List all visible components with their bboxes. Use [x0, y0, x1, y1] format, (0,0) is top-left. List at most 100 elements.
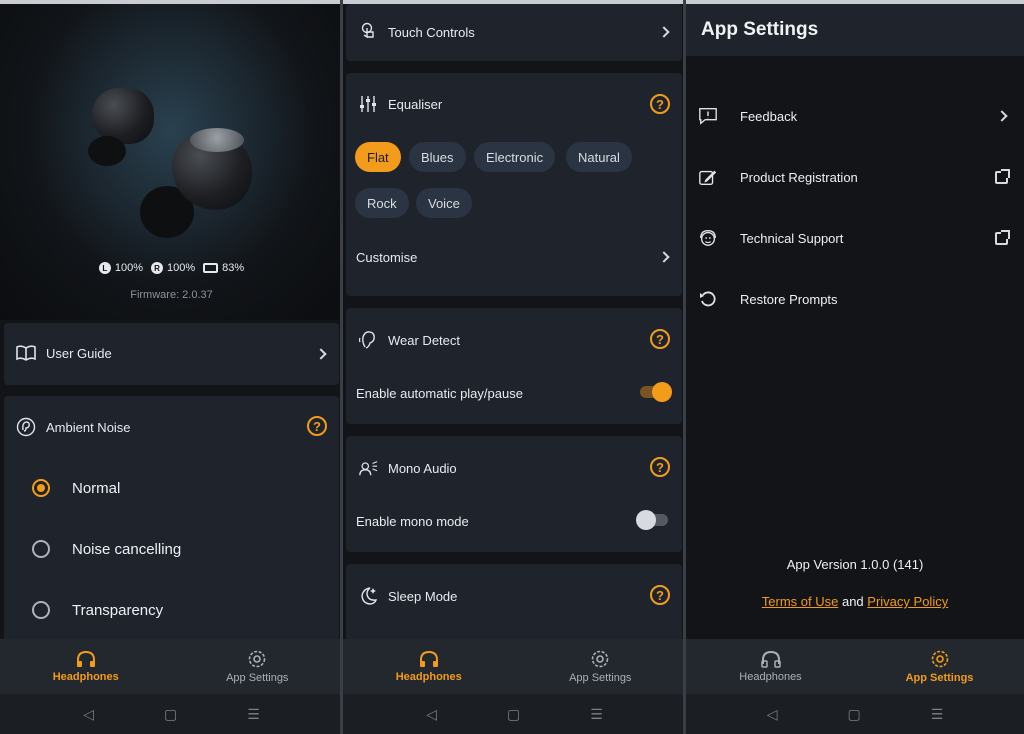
- menu-icon[interactable]: ☰: [247, 706, 260, 723]
- mono-audio-setting: Enable mono mode: [356, 514, 469, 529]
- option-transparency[interactable]: Transparency: [32, 601, 163, 619]
- radio-noise-cancelling[interactable]: [32, 540, 50, 558]
- nav-headphones[interactable]: Headphones: [343, 639, 515, 694]
- mono-audio-header: Mono Audio: [358, 458, 670, 478]
- right-earbud-cap: [190, 128, 244, 152]
- menu-icon[interactable]: ☰: [590, 706, 603, 723]
- bottom-nav: Headphones App Settings: [0, 639, 343, 694]
- help-icon[interactable]: ?: [650, 94, 670, 114]
- touch-controls-card[interactable]: Touch Controls: [346, 4, 682, 61]
- user-guide-card[interactable]: User Guide: [4, 323, 339, 385]
- option-noise-cancelling[interactable]: Noise cancelling: [32, 540, 181, 558]
- panel-divider: [340, 0, 343, 734]
- equaliser-card: Equaliser ? Flat Blues Electronic Natura…: [346, 73, 682, 296]
- settings-item-feedback[interactable]: Feedback: [698, 101, 1012, 131]
- nav-label: Headphones: [739, 671, 802, 683]
- bottom-nav: Headphones App Settings: [343, 639, 686, 694]
- nav-label: Headphones: [395, 671, 462, 683]
- privacy-policy-link[interactable]: Privacy Policy: [867, 594, 948, 609]
- preset-rock-chip[interactable]: Rock: [355, 188, 409, 218]
- right-battery-value: 100%: [166, 262, 196, 274]
- gear-icon: [248, 650, 266, 668]
- nav-label: App Settings: [226, 672, 289, 684]
- left-earbud-tip: [88, 136, 126, 166]
- wear-detect-title: Wear Detect: [388, 332, 461, 348]
- nav-app-settings[interactable]: App Settings: [172, 639, 344, 694]
- home-icon[interactable]: ▢: [847, 706, 860, 723]
- book-icon: [16, 343, 36, 363]
- case-battery: 83%: [203, 262, 244, 274]
- system-nav-bar: ◁ ▢ ☰: [343, 694, 686, 734]
- user-guide-label: User Guide: [46, 345, 112, 361]
- settings-item-product-registration[interactable]: Product Registration: [698, 162, 1012, 192]
- firmware-version: Firmware: 2.0.37: [130, 289, 213, 301]
- settings-item-label: Technical Support: [740, 230, 844, 246]
- ear-icon: [358, 330, 378, 350]
- help-icon[interactable]: ?: [307, 416, 327, 436]
- app-version: App Version 1.0.0 (141): [786, 557, 924, 572]
- touch-controls-label: Touch Controls: [388, 24, 475, 40]
- toggle-knob: [636, 510, 656, 530]
- nav-app-settings[interactable]: App Settings: [855, 639, 1024, 694]
- legal-links: Terms of Use and Privacy Policy: [686, 594, 1024, 609]
- preset-natural-chip[interactable]: Natural: [566, 142, 632, 172]
- preset-blues-chip[interactable]: Blues: [409, 142, 466, 172]
- nav-label: App Settings: [569, 672, 632, 684]
- wear-detect-header: Wear Detect: [358, 330, 670, 350]
- feedback-icon: [698, 106, 718, 126]
- settings-item-label: Product Registration: [740, 169, 858, 185]
- preset-electronic-chip[interactable]: Electronic: [474, 142, 556, 172]
- radio-normal[interactable]: [32, 479, 50, 497]
- radio-transparency[interactable]: [32, 601, 50, 619]
- left-badge-icon: L: [98, 262, 111, 274]
- gear-icon: [931, 650, 948, 668]
- preset-flat-chip[interactable]: Flat: [355, 142, 401, 172]
- option-label: Transparency: [72, 601, 164, 619]
- settings-item-restore-prompts[interactable]: Restore Prompts: [698, 284, 1012, 314]
- bottom-nav: Headphones App Settings: [686, 639, 1024, 694]
- home-icon[interactable]: ▢: [164, 706, 177, 723]
- home-icon[interactable]: ▢: [507, 706, 520, 723]
- left-battery: L 100%: [98, 262, 143, 274]
- terms-of-use-link[interactable]: Terms of Use: [762, 594, 839, 609]
- external-link-icon: [995, 168, 1010, 184]
- back-icon[interactable]: ◁: [426, 706, 437, 723]
- equaliser-header: Equaliser: [358, 94, 670, 114]
- sleep-mode-header: Sleep Mode: [358, 586, 670, 606]
- panel-divider: [683, 0, 686, 734]
- menu-icon[interactable]: ☰: [931, 706, 944, 723]
- moon-icon: [358, 586, 378, 606]
- settings-item-label: Restore Prompts: [740, 291, 838, 307]
- help-icon[interactable]: ?: [650, 585, 670, 605]
- wear-detect-toggle[interactable]: [640, 382, 672, 402]
- mono-icon: [358, 458, 378, 478]
- nav-headphones[interactable]: Headphones: [686, 639, 855, 694]
- option-label: Noise cancelling: [72, 540, 182, 558]
- help-icon[interactable]: ?: [650, 329, 670, 349]
- nav-app-settings[interactable]: App Settings: [515, 639, 687, 694]
- left-battery-value: 100%: [114, 262, 143, 274]
- chevron-right-icon[interactable]: [658, 251, 670, 263]
- gear-icon: [591, 650, 609, 668]
- option-normal[interactable]: Normal: [32, 479, 120, 497]
- settings-item-technical-support[interactable]: Technical Support: [698, 223, 1012, 253]
- headphones-icon: [419, 650, 438, 667]
- customise-label[interactable]: Customise: [356, 250, 417, 265]
- preset-voice-chip[interactable]: Voice: [416, 188, 472, 218]
- and-text: and: [841, 594, 864, 609]
- wear-detect-setting: Enable automatic play/pause: [356, 386, 523, 401]
- headphones-panel: L 100% R 100% 83% Firmware: 2.0.37 User …: [0, 0, 343, 734]
- support-icon: [698, 228, 718, 248]
- settings-item-label: Feedback: [740, 108, 798, 124]
- touch-controls-row[interactable]: Touch Controls: [358, 22, 670, 42]
- nav-headphones[interactable]: Headphones: [0, 639, 172, 694]
- user-guide-row[interactable]: User Guide: [16, 343, 327, 363]
- restore-icon: [698, 289, 718, 309]
- wear-detect-card: Wear Detect ? Enable automatic play/paus…: [346, 308, 682, 424]
- system-nav-bar: ◁ ▢ ☰: [686, 694, 1024, 734]
- device-settings-panel: Touch Controls Equaliser ? Flat Blues El…: [343, 0, 686, 734]
- back-icon[interactable]: ◁: [83, 706, 94, 723]
- help-icon[interactable]: ?: [650, 457, 670, 477]
- back-icon[interactable]: ◁: [767, 706, 778, 723]
- mono-audio-toggle[interactable]: [636, 510, 668, 530]
